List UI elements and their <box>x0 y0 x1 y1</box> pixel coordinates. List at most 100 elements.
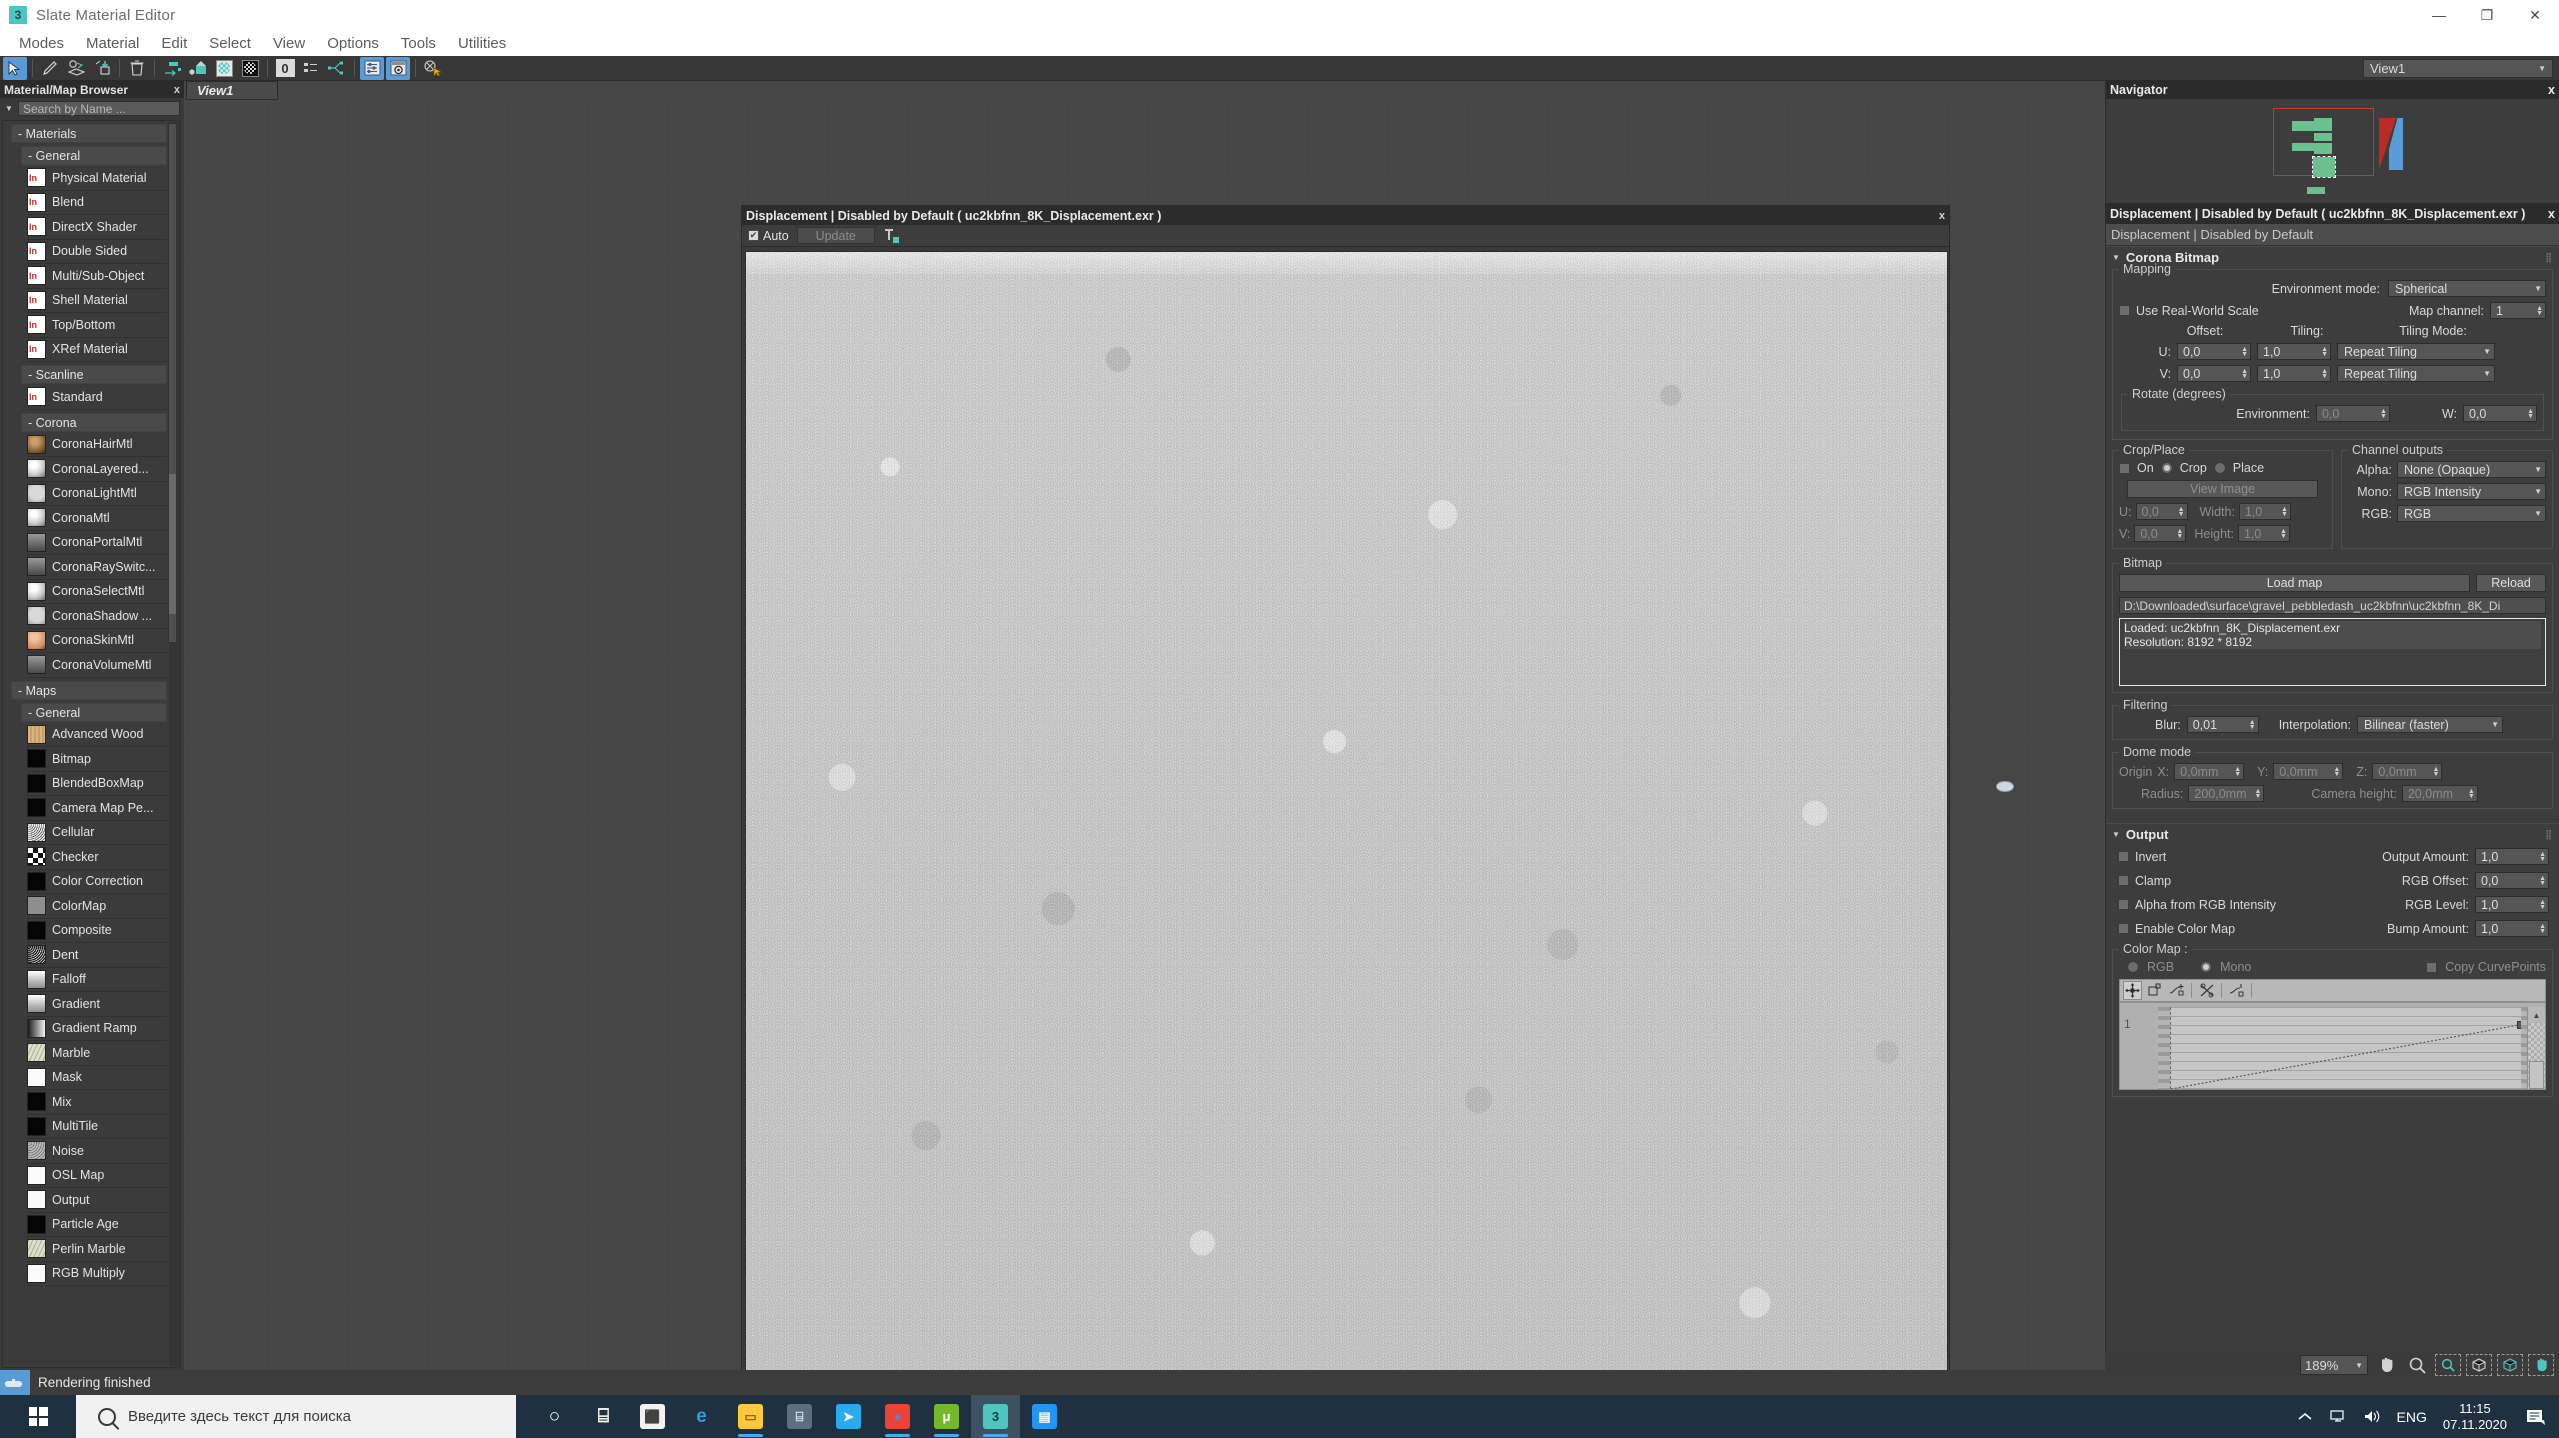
delete-point-icon[interactable] <box>2197 981 2216 1000</box>
list-item[interactable]: Advanced Wood <box>27 723 167 747</box>
list-item[interactable]: Falloff <box>27 968 167 992</box>
list-item[interactable]: In Shell Material <box>27 289 167 313</box>
copy-curve-points-checkbox[interactable] <box>2426 961 2438 973</box>
pin-icon[interactable] <box>883 228 899 244</box>
menu-tools[interactable]: Tools <box>390 33 447 54</box>
search-input[interactable]: Search by Name ... <box>18 101 180 116</box>
reload-button[interactable]: Reload <box>2476 574 2546 592</box>
crop-width-spinner[interactable]: 1,0 ▲ ▼ <box>2238 503 2291 520</box>
view-selector[interactable]: View1 ▼ <box>2363 58 2553 78</box>
list-item[interactable]: BlendedBoxMap <box>27 772 167 796</box>
close-icon[interactable]: x <box>1939 210 1945 222</box>
file-explorer-icon[interactable]: ▭ <box>726 1395 775 1438</box>
list-item[interactable]: CoronaHairMtl <box>27 433 167 457</box>
spinner-arrows-icon[interactable]: ▲ ▼ <box>2333 766 2340 778</box>
color-map-curve-editor[interactable]: 1 ▲ <box>2119 1002 2546 1090</box>
zoom-icon[interactable] <box>2404 1354 2430 1376</box>
v-tiling-mode-select[interactable]: Repeat Tiling ▼ <box>2337 365 2495 382</box>
zoom-extents-selected-icon[interactable] <box>2497 1354 2523 1376</box>
update-button[interactable]: Update <box>796 227 875 244</box>
list-item[interactable]: CoronaMtl <box>27 506 167 531</box>
spinner-arrows-icon[interactable]: ▲ ▼ <box>2280 528 2287 540</box>
spinner-arrows-icon[interactable]: ▲ ▼ <box>2536 305 2543 317</box>
spinner-arrows-icon[interactable]: ▲ ▼ <box>2380 408 2387 420</box>
tab-view1[interactable]: View1 <box>186 81 278 100</box>
pan-hand-icon[interactable] <box>2528 1354 2554 1376</box>
list-item[interactable]: In DirectX Shader <box>27 215 167 240</box>
add-point-icon[interactable] <box>2167 981 2186 1000</box>
scale-curve-point-icon[interactable] <box>2145 981 2164 1000</box>
minimize-button[interactable]: — <box>2415 0 2463 30</box>
origin-x-spinner[interactable]: 0,0mm ▲ ▼ <box>2174 763 2245 780</box>
crop-v-spinner[interactable]: 0,0 ▲ ▼ <box>2134 525 2187 542</box>
list-item[interactable]: Bitmap <box>27 747 167 772</box>
place-radio[interactable] <box>2213 462 2226 474</box>
list-item[interactable]: In Standard <box>27 385 167 410</box>
drag-handle-icon[interactable]: ⣿ <box>2545 829 2553 840</box>
spinner-arrows-icon[interactable]: ▲ ▼ <box>2178 506 2185 518</box>
spinner-arrows-icon[interactable]: ▲ ▼ <box>2241 346 2248 358</box>
microsoft-store-icon[interactable]: ⬛ <box>628 1395 677 1438</box>
list-item[interactable]: Mix <box>27 1090 167 1115</box>
menu-utilities[interactable]: Utilities <box>447 33 517 54</box>
list-item[interactable]: MultiTile <box>27 1115 167 1139</box>
mono-select[interactable]: RGB Intensity ▼ <box>2397 483 2546 500</box>
cortana-icon[interactable]: ○ <box>530 1395 579 1438</box>
list-item[interactable]: CoronaLayered... <box>27 457 167 482</box>
spinner-arrows-icon[interactable]: ▲ ▼ <box>2539 899 2546 911</box>
list-item[interactable]: Cellular <box>27 821 167 845</box>
zoom-region-icon[interactable] <box>2435 1354 2461 1376</box>
spinner-arrows-icon[interactable]: ▲ ▼ <box>2241 368 2248 380</box>
origin-z-spinner[interactable]: 0,0mm ▲ ▼ <box>2372 763 2443 780</box>
backlight-icon[interactable] <box>238 57 262 80</box>
action-center-icon[interactable] <box>2523 1404 2549 1430</box>
spinner-arrows-icon[interactable]: ▲ ▼ <box>2234 766 2241 778</box>
list-item[interactable]: Noise <box>27 1139 167 1164</box>
list-item[interactable]: In Physical Material <box>27 166 167 191</box>
environment-mode-select[interactable]: Spherical ▼ <box>2388 280 2546 297</box>
taskbar-clock[interactable]: 11:15 07.11.2020 <box>2443 1401 2507 1433</box>
tree-section-maps[interactable]: - Maps <box>11 680 167 700</box>
select-tool-icon[interactable] <box>3 56 27 80</box>
list-item[interactable]: OSL Map <box>27 1164 167 1188</box>
tree-group-scanline[interactable]: - Scanline <box>21 365 167 384</box>
node-view-canvas[interactable]: View1 Displacement | Disabled by Default… <box>184 81 2105 1438</box>
radius-spinner[interactable]: 200,0mm ▲ ▼ <box>2188 785 2265 802</box>
spinner-arrows-icon[interactable]: ▲ ▼ <box>2254 788 2261 800</box>
origin-y-spinner[interactable]: 0,0mm ▲ ▼ <box>2273 763 2344 780</box>
maximize-button[interactable]: ❐ <box>2463 0 2511 30</box>
rotate-environment-spinner[interactable]: 0,0 ▲ ▼ <box>2315 405 2390 422</box>
3dsmax-icon[interactable]: 3 <box>971 1395 1020 1438</box>
spinner-arrows-icon[interactable]: ▲ ▼ <box>2321 346 2328 358</box>
spinner-rgb-level-[interactable]: 1,0 ▲ ▼ <box>2475 896 2549 913</box>
crop-on-checkbox[interactable] <box>2119 462 2130 474</box>
curve-vertical-scrollbar[interactable]: ▲ <box>2527 1007 2545 1089</box>
list-item[interactable]: Dent <box>27 943 167 968</box>
notepad-icon[interactable]: ▤ <box>1020 1395 1069 1438</box>
material-parameter-editor-icon[interactable] <box>360 56 384 80</box>
spinner-arrows-icon[interactable]: ▲ ▼ <box>2539 875 2546 887</box>
list-item[interactable]: ColorMap <box>27 894 167 919</box>
rgb-select[interactable]: RGB ▼ <box>2397 505 2546 522</box>
spinner-arrows-icon[interactable]: ▲ ▼ <box>2468 788 2475 800</box>
list-item[interactable]: CoronaShadow ... <box>27 604 167 629</box>
list-item[interactable]: In Blend <box>27 191 167 215</box>
color-map-rgb-radio[interactable] <box>2127 961 2139 973</box>
tree-section-materials[interactable]: - Materials <box>11 124 167 143</box>
u-tiling-spinner[interactable]: 1,0 ▲ ▼ <box>2257 343 2331 360</box>
list-item[interactable]: In Double Sided <box>27 240 167 264</box>
move-children-icon[interactable] <box>160 57 184 80</box>
view-image-button[interactable]: View Image <box>2127 480 2318 498</box>
crop-u-spinner[interactable]: 0,0 ▲ ▼ <box>2135 503 2188 520</box>
layout-children-icon[interactable] <box>299 57 323 80</box>
tree-group-general[interactable]: - General <box>21 146 167 165</box>
list-item[interactable]: Camera Map Pe... <box>27 796 167 821</box>
list-item[interactable]: Gradient Ramp <box>27 1017 167 1041</box>
draw-curve-icon[interactable] <box>2227 981 2246 1000</box>
show-in-viewport-icon[interactable] <box>186 57 210 80</box>
zoom-level-select[interactable]: 189% ▼ <box>2300 1355 2368 1375</box>
crop-radio[interactable] <box>2160 462 2173 474</box>
navigator-toggle-icon[interactable] <box>386 56 410 80</box>
taskbar-search[interactable]: Введите здесь текст для поиска <box>76 1395 516 1438</box>
displacement-map-preview[interactable] <box>745 251 1948 1438</box>
